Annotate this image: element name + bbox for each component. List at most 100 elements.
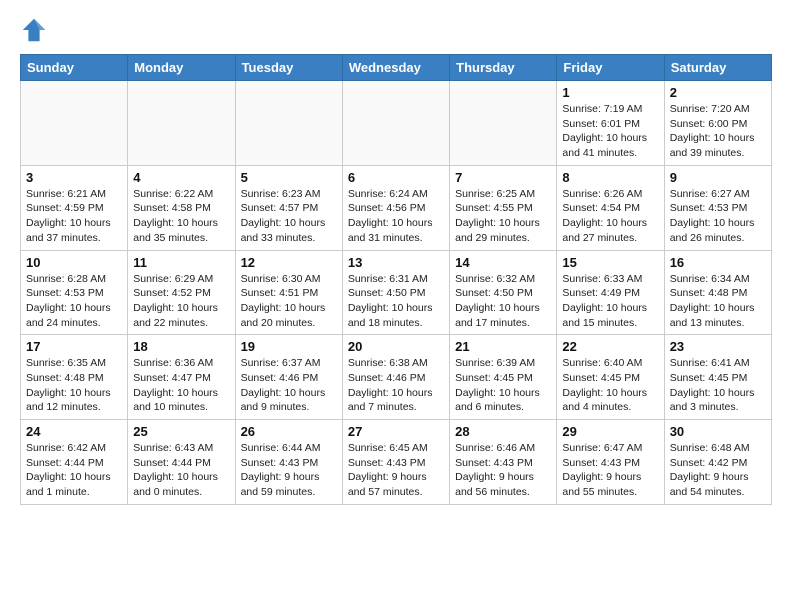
calendar-week-5: 24 Sunrise: 6:42 AMSunset: 4:44 PMDayligh…	[21, 420, 772, 505]
day-number: 13	[348, 255, 444, 270]
calendar-cell: 22Sunrise: 6:40 AMSunset: 4:45 PMDayligh…	[557, 335, 664, 420]
day-info: Sunrise: 6:22 AMSunset: 4:58 PMDaylight:…	[133, 187, 229, 246]
calendar-cell: 1 Sunrise: 7:19 AMSunset: 6:01 PMDaylight…	[557, 81, 664, 166]
day-number: 14	[455, 255, 551, 270]
calendar-cell: 9 Sunrise: 6:27 AMSunset: 4:53 PMDaylight…	[664, 165, 771, 250]
day-number: 4	[133, 170, 229, 185]
day-info: Sunrise: 6:34 AMSunset: 4:48 PMDaylight:…	[670, 272, 766, 331]
calendar-week-2: 3Sunrise: 6:21 AMSunset: 4:59 PMDaylight…	[21, 165, 772, 250]
day-number: 18	[133, 339, 229, 354]
day-info: Sunrise: 6:38 AMSunset: 4:46 PMDaylight:…	[348, 356, 444, 415]
calendar-cell: 20 Sunrise: 6:38 AMSunset: 4:46 PMDayligh…	[342, 335, 449, 420]
day-info: Sunrise: 6:36 AMSunset: 4:47 PMDaylight:…	[133, 356, 229, 415]
day-number: 1	[562, 85, 658, 100]
day-info: Sunrise: 6:28 AMSunset: 4:53 PMDaylight:…	[26, 272, 122, 331]
calendar-week-1: 1 Sunrise: 7:19 AMSunset: 6:01 PMDaylight…	[21, 81, 772, 166]
day-number: 5	[241, 170, 337, 185]
day-info: Sunrise: 6:47 AMSunset: 4:43 PMDaylight:…	[562, 441, 658, 500]
day-number: 6	[348, 170, 444, 185]
calendar-cell: 25 Sunrise: 6:43 AMSunset: 4:44 PMDayligh…	[128, 420, 235, 505]
calendar-cell: 5 Sunrise: 6:23 AMSunset: 4:57 PMDaylight…	[235, 165, 342, 250]
calendar-cell: 8Sunrise: 6:26 AMSunset: 4:54 PMDaylight…	[557, 165, 664, 250]
calendar-cell: 10 Sunrise: 6:28 AMSunset: 4:53 PMDayligh…	[21, 250, 128, 335]
day-number: 2	[670, 85, 766, 100]
weekday-header-tuesday: Tuesday	[235, 55, 342, 81]
calendar-cell: 18 Sunrise: 6:36 AMSunset: 4:47 PMDayligh…	[128, 335, 235, 420]
weekday-header-saturday: Saturday	[664, 55, 771, 81]
calendar-cell: 2Sunrise: 7:20 AMSunset: 6:00 PMDaylight…	[664, 81, 771, 166]
day-info: Sunrise: 7:19 AMSunset: 6:01 PMDaylight:…	[562, 102, 658, 161]
calendar-cell: 15Sunrise: 6:33 AMSunset: 4:49 PMDayligh…	[557, 250, 664, 335]
calendar-cell: 4 Sunrise: 6:22 AMSunset: 4:58 PMDaylight…	[128, 165, 235, 250]
day-number: 9	[670, 170, 766, 185]
day-info: Sunrise: 6:43 AMSunset: 4:44 PMDaylight:…	[133, 441, 229, 500]
day-info: Sunrise: 6:27 AMSunset: 4:53 PMDaylight:…	[670, 187, 766, 246]
calendar-cell: 19Sunrise: 6:37 AMSunset: 4:46 PMDayligh…	[235, 335, 342, 420]
day-number: 15	[562, 255, 658, 270]
day-number: 19	[241, 339, 337, 354]
calendar-cell: 21Sunrise: 6:39 AMSunset: 4:45 PMDayligh…	[450, 335, 557, 420]
calendar-cell: 17 Sunrise: 6:35 AMSunset: 4:48 PMDayligh…	[21, 335, 128, 420]
day-number: 8	[562, 170, 658, 185]
header	[20, 16, 772, 44]
logo-icon	[20, 16, 48, 44]
day-info: Sunrise: 6:31 AMSunset: 4:50 PMDaylight:…	[348, 272, 444, 331]
calendar-cell: 24 Sunrise: 6:42 AMSunset: 4:44 PMDayligh…	[21, 420, 128, 505]
day-info: Sunrise: 6:30 AMSunset: 4:51 PMDaylight:…	[241, 272, 337, 331]
day-info: Sunrise: 6:44 AMSunset: 4:43 PMDaylight:…	[241, 441, 337, 500]
day-number: 20	[348, 339, 444, 354]
weekday-header-monday: Monday	[128, 55, 235, 81]
day-number: 23	[670, 339, 766, 354]
day-number: 17	[26, 339, 122, 354]
calendar-cell: 28 Sunrise: 6:46 AMSunset: 4:43 PMDayligh…	[450, 420, 557, 505]
page: SundayMondayTuesdayWednesdayThursdayFrid…	[0, 0, 792, 515]
day-info: Sunrise: 6:39 AMSunset: 4:45 PMDaylight:…	[455, 356, 551, 415]
day-number: 7	[455, 170, 551, 185]
day-number: 29	[562, 424, 658, 439]
day-info: Sunrise: 6:42 AMSunset: 4:44 PMDaylight:…	[26, 441, 122, 500]
day-info: Sunrise: 6:24 AMSunset: 4:56 PMDaylight:…	[348, 187, 444, 246]
calendar-cell: 30 Sunrise: 6:48 AMSunset: 4:42 PMDayligh…	[664, 420, 771, 505]
day-info: Sunrise: 6:32 AMSunset: 4:50 PMDaylight:…	[455, 272, 551, 331]
calendar-week-3: 10 Sunrise: 6:28 AMSunset: 4:53 PMDayligh…	[21, 250, 772, 335]
day-info: Sunrise: 6:45 AMSunset: 4:43 PMDaylight:…	[348, 441, 444, 500]
calendar-cell: 14 Sunrise: 6:32 AMSunset: 4:50 PMDayligh…	[450, 250, 557, 335]
day-info: Sunrise: 6:25 AMSunset: 4:55 PMDaylight:…	[455, 187, 551, 246]
weekday-header-thursday: Thursday	[450, 55, 557, 81]
day-number: 12	[241, 255, 337, 270]
calendar-cell: 11Sunrise: 6:29 AMSunset: 4:52 PMDayligh…	[128, 250, 235, 335]
calendar-cell	[450, 81, 557, 166]
calendar-cell: 26 Sunrise: 6:44 AMSunset: 4:43 PMDayligh…	[235, 420, 342, 505]
day-number: 16	[670, 255, 766, 270]
calendar-cell: 12 Sunrise: 6:30 AMSunset: 4:51 PMDayligh…	[235, 250, 342, 335]
day-number: 10	[26, 255, 122, 270]
calendar-cell: 3Sunrise: 6:21 AMSunset: 4:59 PMDaylight…	[21, 165, 128, 250]
calendar-cell: 23 Sunrise: 6:41 AMSunset: 4:45 PMDayligh…	[664, 335, 771, 420]
day-info: Sunrise: 6:41 AMSunset: 4:45 PMDaylight:…	[670, 356, 766, 415]
day-number: 22	[562, 339, 658, 354]
day-number: 30	[670, 424, 766, 439]
calendar-cell	[235, 81, 342, 166]
day-number: 26	[241, 424, 337, 439]
day-info: Sunrise: 6:21 AMSunset: 4:59 PMDaylight:…	[26, 187, 122, 246]
calendar-cell: 7 Sunrise: 6:25 AMSunset: 4:55 PMDaylight…	[450, 165, 557, 250]
calendar-cell	[342, 81, 449, 166]
calendar-cell	[21, 81, 128, 166]
day-info: Sunrise: 6:35 AMSunset: 4:48 PMDaylight:…	[26, 356, 122, 415]
day-info: Sunrise: 6:23 AMSunset: 4:57 PMDaylight:…	[241, 187, 337, 246]
weekday-header-row: SundayMondayTuesdayWednesdayThursdayFrid…	[21, 55, 772, 81]
logo	[20, 16, 52, 44]
calendar-cell	[128, 81, 235, 166]
weekday-header-wednesday: Wednesday	[342, 55, 449, 81]
calendar-cell: 16 Sunrise: 6:34 AMSunset: 4:48 PMDayligh…	[664, 250, 771, 335]
day-info: Sunrise: 6:48 AMSunset: 4:42 PMDaylight:…	[670, 441, 766, 500]
day-number: 28	[455, 424, 551, 439]
day-number: 27	[348, 424, 444, 439]
weekday-header-sunday: Sunday	[21, 55, 128, 81]
day-number: 25	[133, 424, 229, 439]
calendar-week-4: 17 Sunrise: 6:35 AMSunset: 4:48 PMDayligh…	[21, 335, 772, 420]
day-number: 24	[26, 424, 122, 439]
day-number: 11	[133, 255, 229, 270]
day-info: Sunrise: 6:46 AMSunset: 4:43 PMDaylight:…	[455, 441, 551, 500]
calendar-cell: 27 Sunrise: 6:45 AMSunset: 4:43 PMDayligh…	[342, 420, 449, 505]
